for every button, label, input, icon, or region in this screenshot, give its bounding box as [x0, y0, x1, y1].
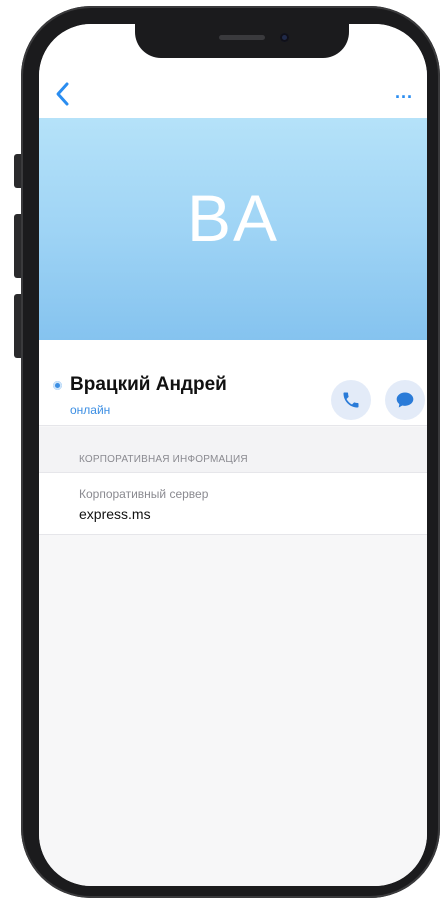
corporate-server-row: Корпоративный сервер express.ms [39, 473, 427, 535]
avatar-initials: BA [186, 181, 280, 255]
section-title: КОРПОРАТИВНАЯ ИНФОРМАЦИЯ [79, 454, 248, 465]
volume-down-button [14, 294, 21, 358]
front-camera [280, 33, 289, 42]
empty-content-area [39, 535, 427, 886]
call-button[interactable] [331, 380, 371, 420]
corporate-info-section-header: КОРПОРАТИВНАЯ ИНФОРМАЦИЯ [39, 427, 427, 473]
chat-bubble-icon [396, 392, 414, 408]
presence-status: онлайн [70, 403, 111, 417]
info-field-label: Корпоративный сервер [79, 487, 209, 501]
notch [135, 24, 349, 58]
profile-header: BA [39, 118, 427, 340]
chat-button[interactable] [385, 380, 425, 420]
phone-screen: ... BA Врацкий Андрей онлайн КОРПОРАТИВН… [39, 24, 427, 886]
contact-summary: Врацкий Андрей онлайн [39, 340, 427, 426]
phone-icon [343, 392, 359, 408]
speaker-grille [219, 35, 265, 40]
online-status-icon [53, 381, 62, 390]
info-field-value: express.ms [79, 506, 151, 522]
volume-up-button [14, 214, 21, 278]
ellipsis-icon[interactable]: ... [391, 82, 417, 102]
mute-switch [14, 154, 21, 188]
contact-name: Врацкий Андрей [70, 374, 227, 395]
chevron-left-icon[interactable] [53, 80, 73, 108]
